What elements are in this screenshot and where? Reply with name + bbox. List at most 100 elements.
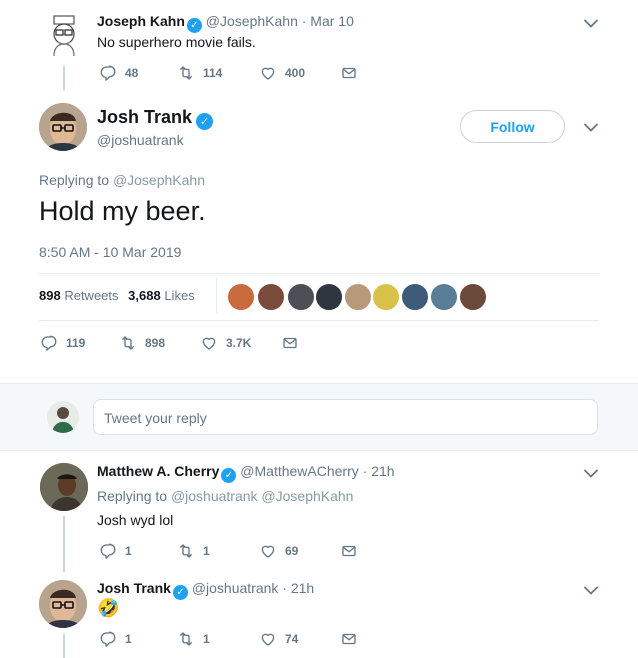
retweet-icon <box>177 542 195 560</box>
liker-avatar[interactable] <box>287 283 315 311</box>
tweet-timestamp[interactable]: 8:50 AM - 10 Mar 2019 <box>39 244 181 260</box>
liker-avatar[interactable] <box>372 283 400 311</box>
like-count: 69 <box>285 544 299 558</box>
verified-badge-icon: ✓ <box>186 18 202 33</box>
reply-icon <box>99 542 117 560</box>
replying-prefix: Replying to <box>97 488 168 504</box>
reply-count: 1 <box>125 544 132 558</box>
user-avatar[interactable] <box>47 401 79 433</box>
retweet-button[interactable]: 1 <box>177 630 210 648</box>
envelope-icon <box>340 630 358 648</box>
reply-icon <box>99 64 117 82</box>
reply-count: 1 <box>125 632 132 646</box>
author-handle[interactable]: @joshuatrank <box>97 132 184 148</box>
retweet-icon <box>177 630 195 648</box>
tweet-header: Matthew A. Cherry ✓ @MatthewACherry · 21h <box>97 463 395 483</box>
chevron-down-icon[interactable] <box>584 19 598 28</box>
tweet-time[interactable]: · Mar 10 <box>302 13 354 29</box>
retweet-button[interactable]: 898 <box>119 334 165 352</box>
chevron-down-icon[interactable] <box>584 469 598 478</box>
liker-avatar[interactable] <box>401 283 429 311</box>
reply-input[interactable]: Tweet your reply <box>93 399 598 435</box>
liker-avatar[interactable] <box>315 283 343 311</box>
author-name-row: Josh Trank ✓ <box>97 107 214 130</box>
envelope-icon <box>340 64 358 82</box>
avatar[interactable] <box>40 12 88 60</box>
verified-badge-icon: ✓ <box>172 585 188 600</box>
author-handle[interactable]: @joshuatrank <box>192 580 279 596</box>
liker-avatar[interactable] <box>257 283 285 311</box>
reply-icon <box>99 630 117 648</box>
envelope-icon <box>340 542 358 560</box>
avatar[interactable] <box>40 463 88 511</box>
tweet-text: No superhero movie fails. <box>97 34 256 50</box>
like-button[interactable]: 3.7K <box>200 334 251 352</box>
liker-avatar[interactable] <box>430 283 458 311</box>
heart-icon <box>259 64 277 82</box>
like-count: 3.7K <box>226 336 252 350</box>
reply-button[interactable]: 1 <box>99 630 132 648</box>
tweet-text: Hold my beer. <box>39 196 206 226</box>
chevron-down-icon[interactable] <box>584 123 598 132</box>
tweet-header: Joseph Kahn ✓ @JosephKahn · Mar 10 <box>97 13 354 33</box>
reply-icon <box>40 334 58 352</box>
replying-to: Replying to @JosephKahn <box>39 172 205 188</box>
dm-button[interactable] <box>340 630 358 648</box>
avatar[interactable] <box>39 580 87 628</box>
author-name[interactable]: Josh Trank <box>97 107 192 127</box>
reply-button[interactable]: 119 <box>40 334 85 352</box>
retweet-stat[interactable]: 898 Retweets <box>39 288 119 303</box>
author-handle[interactable]: @JosephKahn <box>206 13 298 29</box>
retweet-icon <box>177 64 195 82</box>
author-handle[interactable]: @MatthewACherry <box>240 463 358 479</box>
envelope-icon <box>281 334 299 352</box>
like-count: 74 <box>285 632 299 646</box>
author-name[interactable]: Josh Trank <box>97 580 171 596</box>
reply-count: 48 <box>125 66 139 80</box>
tweet-header: Josh Trank ✓ @joshuatrank · 21h <box>97 580 314 600</box>
divider <box>39 320 599 321</box>
dm-button[interactable] <box>281 334 299 352</box>
retweet-count: 114 <box>203 66 223 80</box>
liker-avatar[interactable] <box>344 283 372 311</box>
reply-button[interactable]: 1 <box>99 542 132 560</box>
author-name[interactable]: Joseph Kahn <box>97 13 185 29</box>
like-count: 400 <box>285 66 306 80</box>
heart-icon <box>200 334 218 352</box>
replying-to-link[interactable]: @JosephKahn <box>113 172 205 188</box>
thread-line <box>63 66 65 90</box>
retweet-count: 1 <box>203 632 210 646</box>
retweet-count: 898 <box>145 336 166 350</box>
retweet-button[interactable]: 114 <box>177 64 222 82</box>
like-button[interactable]: 400 <box>259 64 305 82</box>
author-name[interactable]: Matthew A. Cherry <box>97 463 219 479</box>
replying-to: Replying to @joshuatrank @JosephKahn <box>97 488 353 504</box>
follow-button[interactable]: Follow <box>460 110 565 143</box>
like-button[interactable]: 74 <box>259 630 298 648</box>
thread-line <box>63 516 65 572</box>
dm-button[interactable] <box>340 64 358 82</box>
retweet-count: 1 <box>203 544 210 558</box>
avatar[interactable] <box>39 103 87 151</box>
liker-avatar[interactable] <box>459 283 487 311</box>
verified-badge-icon: ✓ <box>221 468 237 483</box>
like-button[interactable]: 69 <box>259 542 298 560</box>
retweet-icon <box>119 334 137 352</box>
like-stat[interactable]: 3,688 Likes <box>128 288 195 303</box>
verified-badge-icon: ✓ <box>196 113 214 130</box>
liker-avatar[interactable] <box>227 283 255 311</box>
stats-separator <box>216 278 217 314</box>
heart-icon <box>259 542 277 560</box>
replying-prefix: Replying to <box>39 172 110 188</box>
tweet-time[interactable]: · 21h <box>363 463 395 479</box>
dm-button[interactable] <box>340 542 358 560</box>
reply-count: 119 <box>66 336 86 350</box>
tweet-time[interactable]: · 21h <box>282 580 314 596</box>
tweet-text: Josh wyd lol <box>97 512 174 528</box>
thread-line <box>63 634 65 658</box>
replying-to-link[interactable]: @joshuatrank @JosephKahn <box>171 488 354 504</box>
retweet-button[interactable]: 1 <box>177 542 210 560</box>
chevron-down-icon[interactable] <box>584 586 598 595</box>
reply-button[interactable]: 48 <box>99 64 138 82</box>
tweet-stats: 898 Retweets 3,688 Likes <box>39 288 195 303</box>
